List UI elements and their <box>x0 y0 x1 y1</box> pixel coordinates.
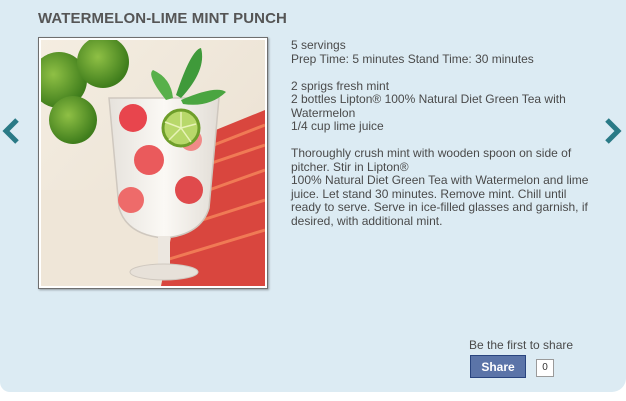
recipe-times: Prep Time: 5 minutes Stand Time: 30 minu… <box>291 51 534 66</box>
recipe-photo-frame <box>38 37 268 289</box>
chevron-right-icon <box>605 118 622 144</box>
ingredient-item: 2 sprigs fresh mint <box>291 78 390 93</box>
recipe-details: 5 servings Prep Time: 5 minutes Stand Ti… <box>291 38 591 228</box>
ingredient-item: 2 bottles Lipton® 100% Natural Diet Gree… <box>291 92 566 120</box>
recipe-directions-line: 100% Natural Diet Green Tea with Waterme… <box>291 173 589 228</box>
recipe-servings: 5 servings <box>291 38 346 52</box>
share-prompt: Be the first to share <box>469 338 574 352</box>
share-button[interactable]: Share <box>470 355 526 378</box>
chevron-left-icon <box>2 118 19 144</box>
ingredient-item: 1/4 cup lime juice <box>291 119 384 133</box>
recipe-directions-line: Thoroughly crush mint with wooden spoon … <box>291 146 572 174</box>
previous-recipe-arrow[interactable] <box>1 118 23 144</box>
recipe-photo <box>41 40 265 286</box>
share-count-badge: 0 <box>536 359 554 377</box>
recipe-title: WATERMELON-LIME MINT PUNCH <box>38 10 287 27</box>
next-recipe-arrow[interactable] <box>601 118 623 144</box>
